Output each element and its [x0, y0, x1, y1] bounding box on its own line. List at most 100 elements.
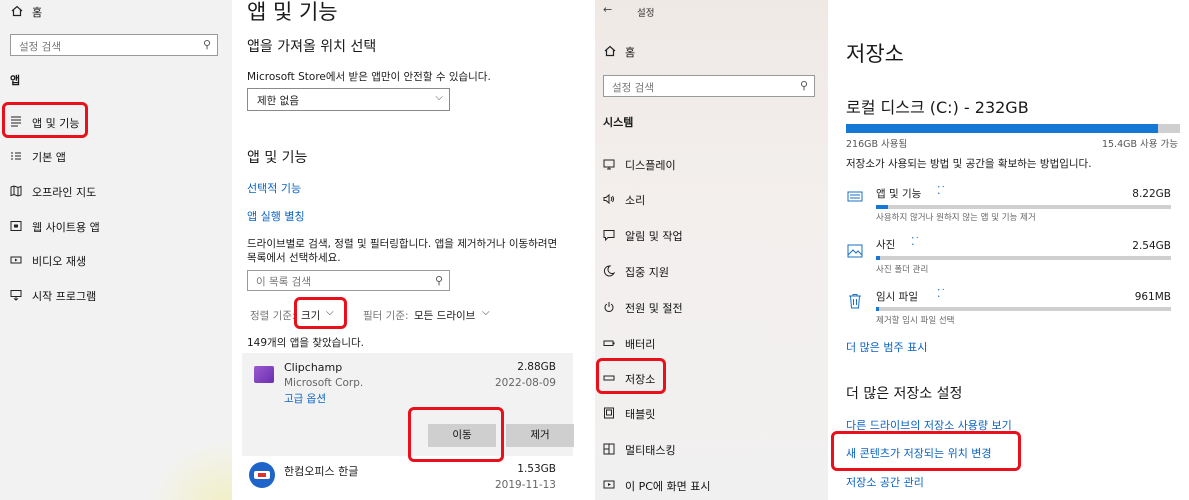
apps-features-page: 앱 및 기능 앱을 가져올 위치 선택 Microsoft Store에서 받은…	[232, 0, 583, 500]
search-icon: ⚲	[799, 79, 808, 92]
sidebar-item-label: 소리	[625, 194, 646, 207]
loading-spinner-icon: ⁚˙	[937, 184, 946, 197]
page-title: 저장소	[846, 42, 904, 66]
filter-label: 필터 기준:	[363, 310, 409, 322]
hancom-app-icon	[249, 462, 275, 488]
category-subtitle: 사진 폴더 관리	[876, 265, 929, 275]
system-settings-sidebar: ← 설정 홈 설정 검색 ⚲ 시스템 디스플레이 소리 알림 및 작업 집중 지…	[595, 0, 828, 500]
moon-icon	[602, 264, 616, 278]
app-list-item[interactable]: 한컴오피스 한글 1.53GB 2019-11-13	[242, 457, 573, 500]
manage-storage-spaces-link[interactable]: 저장소 공간 관리	[846, 474, 924, 490]
sidebar-item-label: 오프라인 지도	[32, 186, 97, 199]
tablet-icon	[602, 406, 616, 420]
display-icon	[602, 157, 616, 171]
sidebar-item-label: 배터리	[625, 338, 656, 351]
sidebar-item-label: 전원 및 절전	[625, 302, 683, 315]
website-apps-icon	[9, 219, 23, 233]
startup-icon	[9, 288, 23, 302]
sidebar-item-label: 이 PC에 화면 표시	[625, 480, 711, 493]
advanced-options-link[interactable]: 고급 옵션	[284, 391, 326, 406]
app-size: 1.53GB	[517, 463, 556, 475]
free-space-label: 15.4GB 사용 가능	[1101, 139, 1178, 150]
app-name: Clipchamp	[284, 361, 343, 374]
category-usage-bar	[876, 307, 1171, 311]
category-subtitle: 제거할 임시 파일 선택	[876, 316, 955, 326]
optional-features-link[interactable]: 선택적 기능	[247, 180, 301, 196]
settings-search-input[interactable]: 설정 검색 ⚲	[10, 34, 218, 56]
clipchamp-app-icon	[254, 366, 274, 383]
app-size: 2.88GB	[517, 361, 556, 373]
filter-value: 모든 드라이브	[414, 310, 476, 322]
apps-settings-sidebar: 홈 설정 검색 ⚲ 앱 앱 및 기능 기본 앱 오프라인 지도 웹 사이트용 앱	[0, 0, 232, 500]
category-usage-bar	[876, 205, 1171, 209]
category-usage-fill	[876, 307, 879, 311]
category-size: 8.22GB	[1132, 188, 1171, 200]
category-name: 임시 파일	[876, 291, 918, 303]
category-name: 앱 및 기능	[876, 188, 922, 200]
loading-spinner-icon: ⁚˙	[937, 287, 946, 300]
home-link[interactable]: 홈	[625, 44, 635, 60]
background-decoration	[150, 440, 232, 500]
sidebar-item-label: 태블릿	[625, 408, 656, 421]
dropdown-value: 제한 없음	[257, 95, 299, 107]
used-space-label: 216GB 사용됨	[846, 139, 908, 150]
sidebar-item-label: 시작 프로그램	[32, 290, 97, 303]
highlight-box	[831, 431, 1021, 471]
back-arrow-icon[interactable]: ←	[603, 3, 612, 16]
settings-search-input[interactable]: 설정 검색 ⚲	[603, 75, 815, 97]
sidebar-item-label: 디스플레이	[625, 159, 676, 172]
app-list-search-input[interactable]: 이 목록 검색 ⚲	[247, 270, 450, 291]
search-placeholder: 설정 검색	[612, 82, 654, 94]
storage-description: 저장소가 사용되는 방법 및 공간을 확보하는 방법입니다.	[846, 158, 1092, 170]
home-icon	[603, 44, 617, 58]
search-icon: ⚲	[202, 38, 211, 51]
sidebar-item-label: 기본 앱	[32, 151, 66, 164]
description-line-1: 드라이브별로 검색, 정렬 및 필터링합니다. 앱을 제거하거나 이동하려면	[247, 238, 558, 250]
highlight-box	[2, 102, 88, 138]
apps-section-title: 앱 및 기능	[247, 150, 308, 166]
chevron-down-icon: ⌵	[482, 307, 490, 318]
highlight-box	[596, 358, 666, 394]
disk-title: 로컬 디스크 (C:) - 232GB	[846, 98, 1029, 117]
category-usage-fill	[876, 256, 880, 260]
search-placeholder: 설정 검색	[19, 41, 61, 53]
project-icon	[602, 478, 616, 492]
category-size: 961MB	[1134, 291, 1171, 303]
section-label: 시스템	[603, 116, 634, 129]
speaker-icon	[602, 192, 616, 206]
app-install-date: 2022-08-09	[494, 377, 556, 389]
trash-icon	[846, 292, 864, 310]
section-label: 앱	[10, 74, 21, 87]
uninstall-button[interactable]: 제거	[506, 424, 574, 447]
disk-usage-bar	[846, 124, 1180, 133]
install-description: Microsoft Store에서 받은 앱만이 안전할 수 있습니다.	[247, 71, 491, 83]
sidebar-item-label: 웹 사이트용 앱	[32, 221, 100, 234]
disk-usage-fill	[846, 124, 1158, 133]
loading-spinner-icon: ⁚˙	[911, 235, 920, 248]
category-size: 2.54GB	[1132, 240, 1171, 252]
app-aliases-link[interactable]: 앱 실행 별칭	[247, 208, 305, 224]
chevron-down-icon: ⌵	[435, 92, 443, 103]
sidebar-item-label: 멀티태스킹	[625, 444, 676, 457]
description-line-2: 목록에서 선택하세요.	[247, 252, 341, 264]
multitasking-icon	[602, 442, 616, 456]
category-subtitle: 사용하지 않거나 원하지 않는 앱 및 기능 제거	[876, 213, 1036, 223]
install-section-title: 앱을 가져올 위치 선택	[247, 39, 377, 55]
default-apps-icon	[9, 149, 23, 163]
install-source-dropdown[interactable]: 제한 없음 ⌵	[247, 88, 450, 111]
app-publisher: Microsoft Corp.	[284, 377, 364, 389]
more-categories-link[interactable]: 더 많은 범주 표시	[846, 339, 927, 355]
battery-icon	[602, 336, 616, 350]
highlight-box	[408, 407, 504, 462]
app-install-date: 2019-11-13	[494, 479, 556, 491]
photo-icon	[846, 243, 864, 259]
search-icon: ⚲	[434, 274, 443, 287]
more-storage-settings-title: 더 많은 저장소 설정	[846, 386, 963, 402]
sidebar-item-label: 집중 지원	[625, 266, 669, 279]
storage-page: 저장소 로컬 디스크 (C:) - 232GB 216GB 사용됨 15.4GB…	[828, 0, 1189, 500]
page-title: 앱 및 기능	[247, 0, 338, 24]
window-title: 설정	[637, 8, 655, 19]
sidebar-item-label: 알림 및 작업	[625, 230, 683, 243]
search-placeholder: 이 목록 검색	[256, 276, 311, 288]
home-link[interactable]: 홈	[32, 4, 42, 20]
